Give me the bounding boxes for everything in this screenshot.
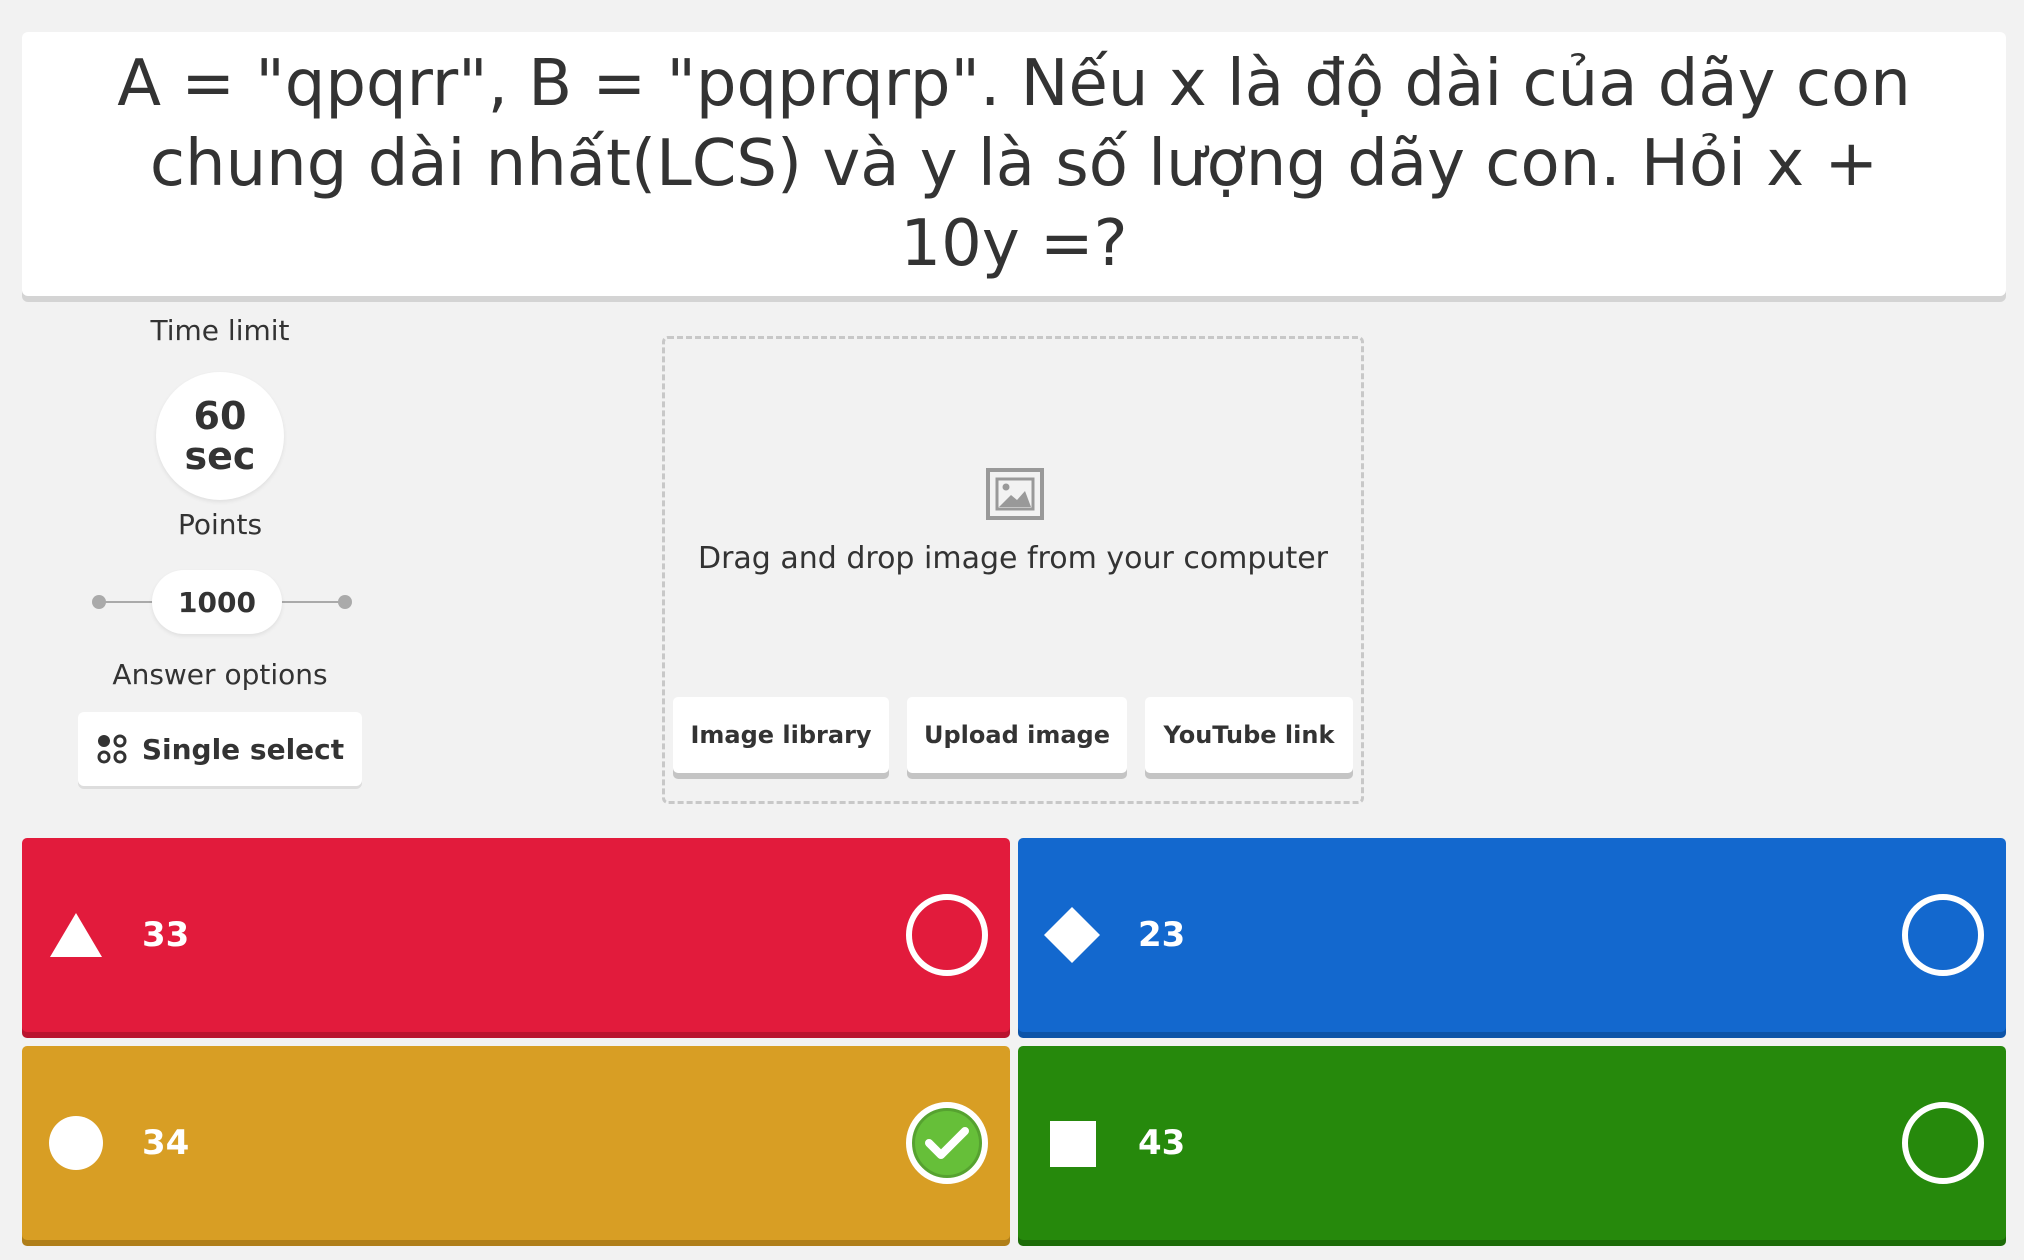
square-icon [1050, 1121, 1096, 1167]
answer-mode-label: Single select [141, 732, 345, 766]
slider-max-dot[interactable] [338, 595, 352, 609]
diamond-icon [1044, 907, 1100, 963]
answer-1-text[interactable]: 33 [142, 915, 189, 955]
youtube-link-button[interactable]: YouTube link [1145, 697, 1353, 773]
question-text[interactable]: A = "qpqrr", B = "pqprqrp". Nếu x là độ … [82, 44, 1946, 284]
drop-instructions: Drag and drop image from your computer [697, 541, 1329, 576]
points-value[interactable]: 1000 [152, 570, 282, 634]
media-drop-zone[interactable]: Drag and drop image from your computer I… [662, 336, 1364, 804]
points-label: Points [177, 508, 263, 541]
answer-4[interactable]: 43 [1018, 1046, 2006, 1240]
answer-4-text[interactable]: 43 [1138, 1123, 1185, 1163]
circle-icon [49, 1116, 103, 1170]
answer-mode-button[interactable]: Single select [78, 712, 362, 786]
image-library-button[interactable]: Image library [673, 697, 889, 773]
time-value: 60 [193, 394, 247, 438]
slider-min-dot[interactable] [92, 595, 106, 609]
answer-1-correct-toggle[interactable] [906, 894, 988, 976]
answer-3[interactable]: 34 [22, 1046, 1010, 1240]
triangle-icon [50, 913, 102, 957]
answer-3-text[interactable]: 34 [142, 1123, 189, 1163]
time-limit-selector[interactable]: 60 sec [156, 372, 284, 500]
upload-image-button[interactable]: Upload image [907, 697, 1127, 773]
question-box[interactable]: A = "qpqrr", B = "pqprqrp". Nếu x là độ … [22, 32, 2006, 296]
points-slider[interactable]: 1000 [92, 570, 352, 634]
answer-2-correct-toggle[interactable] [1902, 894, 1984, 976]
checkmark-icon [925, 1127, 969, 1159]
single-select-icon [97, 734, 127, 764]
time-unit: sec [184, 434, 256, 478]
image-placeholder-icon [986, 468, 1044, 520]
answer-1[interactable]: 33 [22, 838, 1010, 1032]
time-limit-label: Time limit [150, 314, 290, 347]
answer-4-correct-toggle[interactable] [1902, 1102, 1984, 1184]
answer-2[interactable]: 23 [1018, 838, 2006, 1032]
answer-2-text[interactable]: 23 [1138, 915, 1185, 955]
answer-options-label: Answer options [112, 658, 328, 691]
answer-3-correct-toggle[interactable] [906, 1102, 988, 1184]
